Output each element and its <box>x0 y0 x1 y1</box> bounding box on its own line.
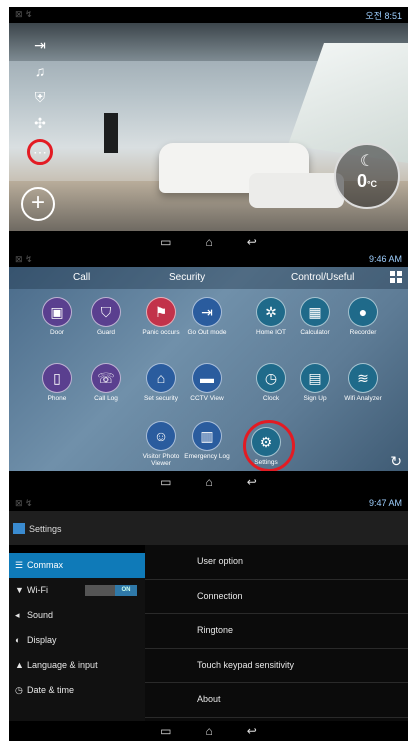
wifi-toggle[interactable]: ON <box>85 585 137 596</box>
wifi-icon: ▼ <box>15 585 24 595</box>
nav-bar: ▭ ⌂ ↩ <box>9 231 408 251</box>
option-about[interactable]: About <box>145 683 408 718</box>
back-icon[interactable]: ↩ <box>247 475 257 489</box>
app-go-out-mode[interactable]: ⇥ Go Out mode <box>181 297 233 336</box>
refresh-icon[interactable]: ↻ <box>390 453 402 470</box>
iot-icon: ✲ <box>256 297 286 327</box>
app-calculator[interactable]: ▦ Calculator <box>289 297 341 336</box>
app-recorder[interactable]: ● Recorder <box>337 297 389 336</box>
sidebar-item-sound[interactable]: ◂ Sound <box>9 603 145 628</box>
notification-icons: ⊠ ↯ <box>15 498 33 508</box>
quick-menu: ⇥ ♫ ⛨ ✣ ⋯ <box>27 35 53 165</box>
back-icon[interactable]: ↩ <box>247 724 257 738</box>
siren-icon: ⚑ <box>146 297 176 327</box>
nav-bar: ▭ ⌂ ↩ <box>9 471 408 493</box>
more-icon[interactable]: ⋯ <box>27 139 53 165</box>
speaker-icon: ◂ <box>15 610 20 620</box>
app-drawer: Call Security Control/Useful ▣ Door ⛉ Guar… <box>9 267 408 472</box>
app-emergency-log[interactable]: ▥ Emergency Log <box>181 421 233 460</box>
tab-call[interactable]: Call <box>73 272 90 283</box>
cctv-icon: ▬ <box>192 363 222 393</box>
app-phone[interactable]: ▯ Phone <box>31 363 83 402</box>
calculator-icon: ▦ <box>300 297 330 327</box>
sidebar-item-display[interactable]: ◐ Display <box>9 628 145 653</box>
clock-icon: ◷ <box>256 363 286 393</box>
nav-bar: ▭ ⌂ ↩ <box>9 721 408 741</box>
sidebar-item-wifi[interactable]: ▼ Wi-Fi ON <box>9 578 145 603</box>
status-bar: ⊠ ↯ 9:47 AM <box>9 495 408 511</box>
page-title: Settings <box>29 524 62 534</box>
status-bar: ⊠ ↯ 9:46 AM <box>9 251 408 267</box>
bell-icon[interactable]: ♫ <box>30 61 50 81</box>
recent-apps-icon[interactable]: ▭ <box>160 475 171 489</box>
back-icon[interactable]: ↩ <box>247 235 257 249</box>
home-icon[interactable]: ⌂ <box>206 724 213 738</box>
app-sign-up[interactable]: ▤ Sign Up <box>289 363 341 402</box>
settings-highlight <box>243 420 295 472</box>
app-drawer-panel: ⊠ ↯ 9:46 AM Call Security Control/Useful… <box>9 251 408 495</box>
app-door[interactable]: ▣ Door <box>31 297 83 336</box>
recent-apps-icon[interactable]: ▭ <box>160 724 171 738</box>
keyboard-icon: ▲ <box>15 660 24 670</box>
app-panic-occurs[interactable]: ⚑ Panic occurs <box>135 297 187 336</box>
call-log-icon: ☏ <box>91 363 121 393</box>
tab-control-useful[interactable]: Control/Useful <box>291 272 354 283</box>
app-set-security[interactable]: ⌂ Set security <box>135 363 187 402</box>
app-cctv-view[interactable]: ▬ CCTV View <box>181 363 233 402</box>
list-icon: ☰ <box>15 560 24 570</box>
security-icon: ⌂ <box>146 363 176 393</box>
cube-icon[interactable]: ✣ <box>30 113 50 133</box>
option-user-option[interactable]: User option <box>145 545 408 580</box>
sidebar-item-language-input[interactable]: ▲ Language & input <box>9 653 145 678</box>
app-wifi-analyzer[interactable]: ≋ Wifi Analyzer <box>337 363 389 402</box>
log-icon: ▥ <box>192 421 222 451</box>
id-card-icon: ▤ <box>300 363 330 393</box>
grid-icon[interactable] <box>390 271 402 283</box>
status-time: 9:46 AM <box>368 254 402 264</box>
display-icon: ◐ <box>15 635 21 645</box>
microphone-icon: ● <box>348 297 378 327</box>
home-icon[interactable]: ⌂ <box>206 475 213 489</box>
temperature-value: 0 <box>356 171 367 191</box>
settings-app-icon <box>13 523 25 534</box>
recent-apps-icon[interactable]: ▭ <box>160 235 171 249</box>
sidebar-item-commax[interactable]: ☰ Commax <box>9 553 145 578</box>
status-bar: ⊠ ↯ 오전 8:51 <box>9 7 408 23</box>
settings-title-bar: Settings <box>9 511 408 545</box>
settings-options: User option Connection Ringtone Touch ke… <box>145 545 408 721</box>
notification-icons: ⊠ ↯ <box>15 9 33 19</box>
option-touch-keypad-sensitivity[interactable]: Touch keypad sensitivity <box>145 649 408 683</box>
app-guard[interactable]: ⛉ Guard <box>80 297 132 336</box>
settings-panel: ⊠ ↯ 9:47 AM Settings ☰ Commax ▼ Wi-Fi ON ◂… <box>9 495 408 741</box>
exit-icon: ⇥ <box>192 297 222 327</box>
status-time: 9:47 AM <box>368 498 402 508</box>
app-call-log[interactable]: ☏ Call Log <box>80 363 132 402</box>
shield-icon[interactable]: ⛨ <box>30 87 50 107</box>
sidebar-item-date-time[interactable]: ◷ Date & time <box>9 678 145 703</box>
status-time: 오전 8:51 <box>365 11 402 21</box>
add-button[interactable]: + <box>21 187 55 221</box>
app-visitor-photo-viewer[interactable]: ☺ Visitor Photo Viewer <box>135 421 187 467</box>
notification-icons: ⊠ ↯ <box>15 254 33 264</box>
door-icon: ▣ <box>42 297 72 327</box>
home-screen-panel: ⊠ ↯ 오전 8:51 ⇥ ♫ ⛨ ✣ ⋯ + ☾ 0°C ▭ ⌂ ↩ <box>9 7 408 251</box>
option-connection[interactable]: Connection <box>145 580 408 614</box>
temperature-widget[interactable]: ☾ 0°C <box>334 143 400 209</box>
category-tabs: Call Security Control/Useful <box>9 267 408 289</box>
clock-icon: ◷ <box>15 685 23 695</box>
visitor-icon: ☺ <box>146 421 176 451</box>
settings-sidebar: ☰ Commax ▼ Wi-Fi ON ◂ Sound ◐ Display ▲ Langu… <box>9 553 145 721</box>
option-ringtone[interactable]: Ringtone <box>145 614 408 649</box>
logout-icon[interactable]: ⇥ <box>30 35 50 55</box>
weather-icon: ☾ <box>359 153 375 170</box>
temperature-unit: °C <box>366 179 378 189</box>
home-icon[interactable]: ⌂ <box>206 235 213 249</box>
wifi-analyzer-icon: ≋ <box>348 363 378 393</box>
tab-security[interactable]: Security <box>169 272 205 283</box>
phone-icon: ▯ <box>42 363 72 393</box>
guard-icon: ⛉ <box>91 297 121 327</box>
